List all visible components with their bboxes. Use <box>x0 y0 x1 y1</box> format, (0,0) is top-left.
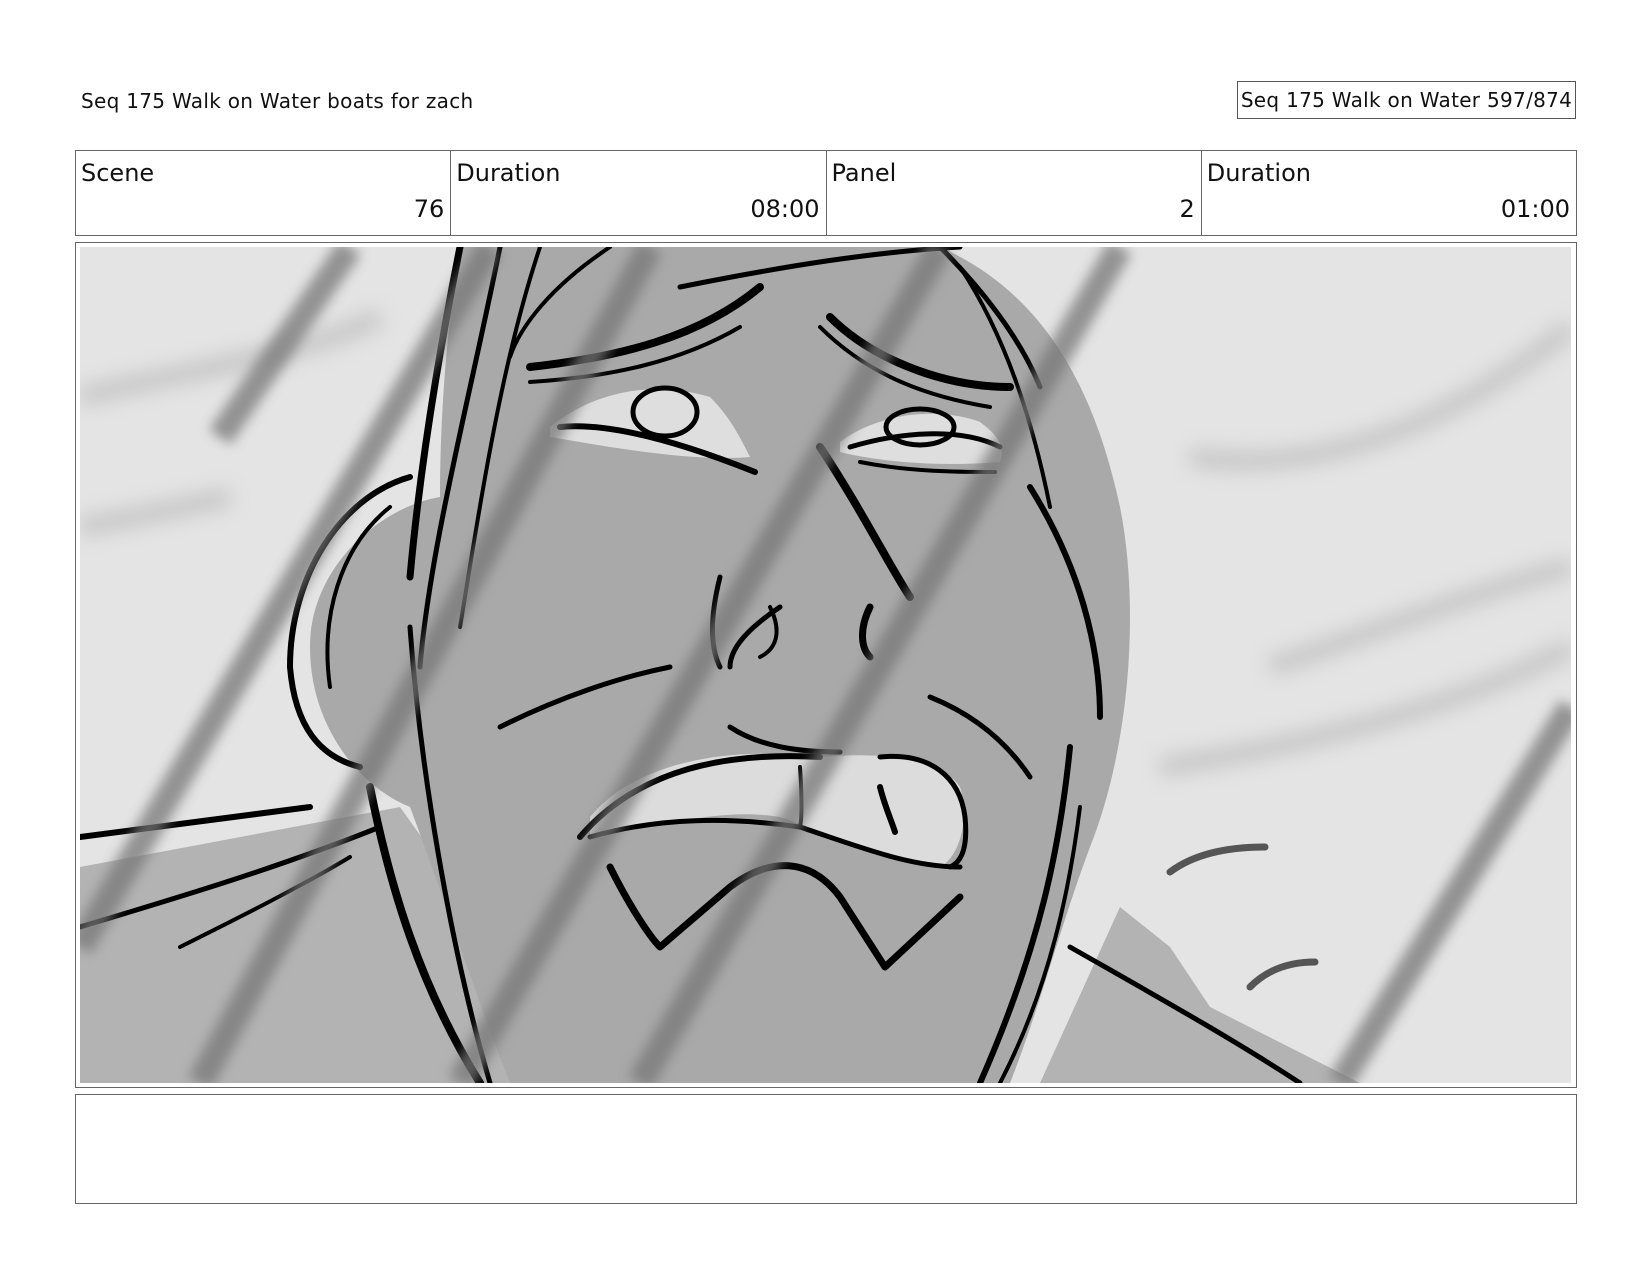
panel-sketch-image <box>80 247 1571 1083</box>
storyboard-panel <box>75 242 1577 1088</box>
sequence-title: Seq 175 Walk on Water boats for zach <box>81 89 474 113</box>
panel-cell: Panel 2 <box>827 151 1202 235</box>
scene-label: Scene <box>81 159 155 187</box>
info-table: Scene 76 Duration 08:00 Panel 2 Duration… <box>75 150 1577 236</box>
panel-value: 2 <box>1179 195 1195 223</box>
scene-duration-cell: Duration 08:00 <box>451 151 827 235</box>
panel-duration-cell: Duration 01:00 <box>1202 151 1576 235</box>
scene-value: 76 <box>413 195 445 223</box>
notes-box <box>75 1094 1577 1204</box>
panel-duration-label: Duration <box>1206 159 1311 187</box>
panel-duration-value: 01:00 <box>1500 195 1570 223</box>
scene-cell: Scene 76 <box>76 151 452 235</box>
page-counter: Seq 175 Walk on Water 597/874 <box>1237 81 1576 119</box>
scene-duration-value: 08:00 <box>750 195 820 223</box>
panel-label: Panel <box>831 159 897 187</box>
scene-duration-label: Duration <box>456 159 561 187</box>
